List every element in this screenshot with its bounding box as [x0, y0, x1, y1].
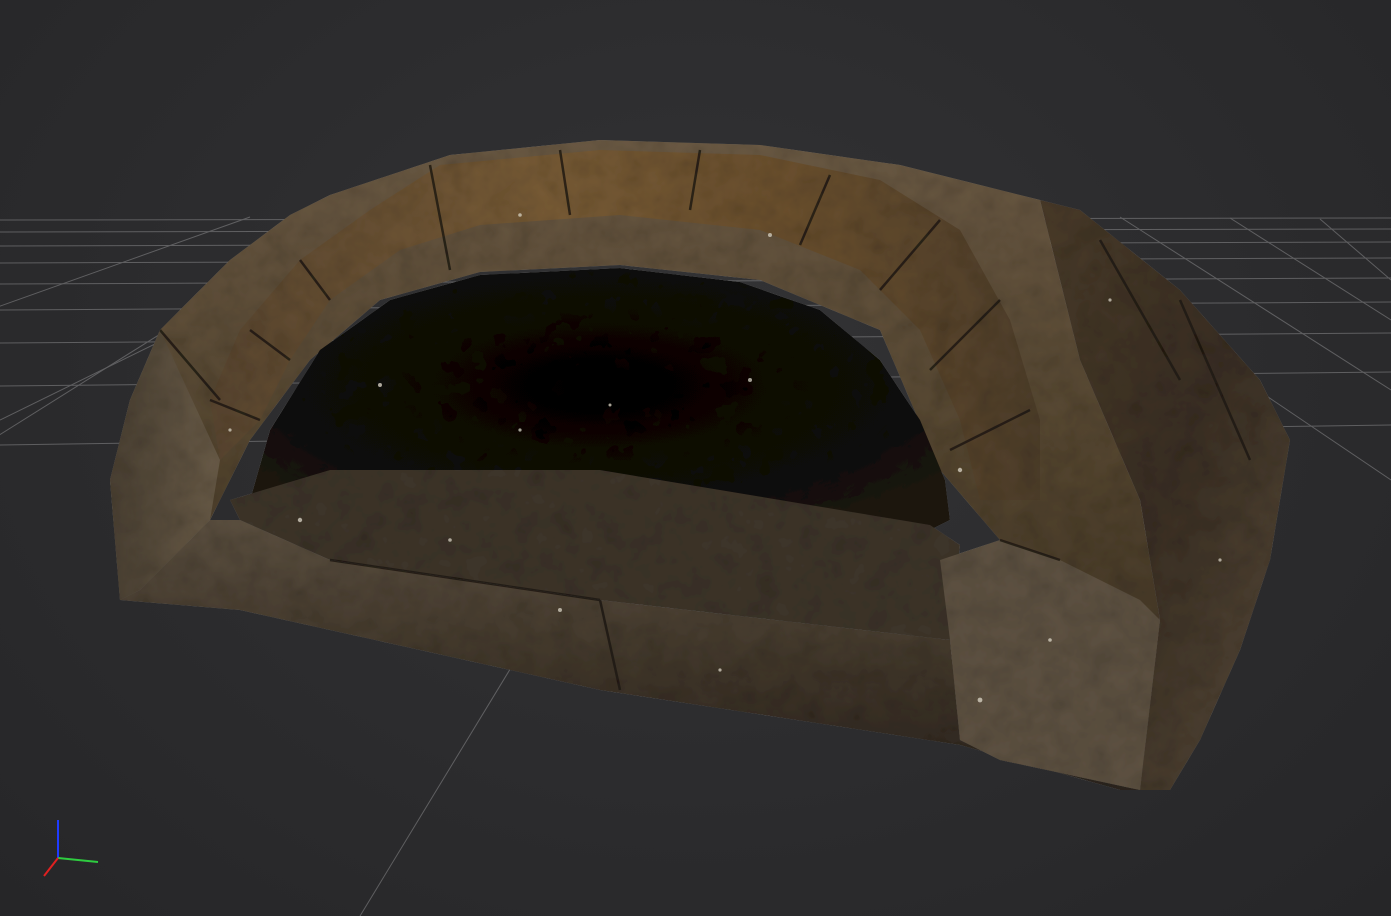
3d-viewport[interactable] [0, 0, 1391, 916]
scene-canvas[interactable] [0, 0, 1391, 916]
stone-arch-model [110, 140, 1290, 790]
axis-triad-icon [43, 820, 99, 877]
z-axis-line [43, 857, 59, 877]
x-axis-line [57, 857, 99, 863]
